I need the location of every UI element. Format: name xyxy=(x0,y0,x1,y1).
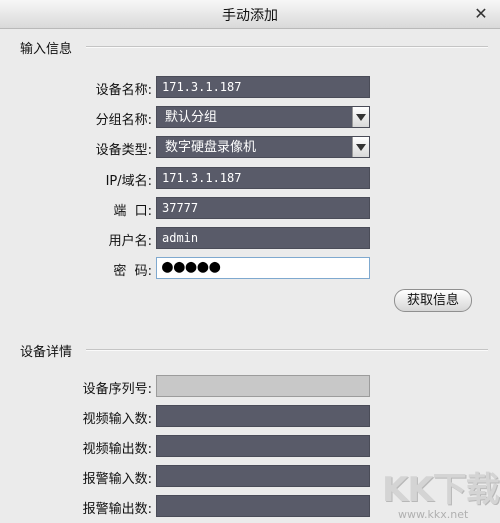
chevron-down-icon[interactable] xyxy=(352,137,369,157)
username-input[interactable]: admin xyxy=(156,227,370,249)
password-input[interactable]: ●●●●● xyxy=(156,257,370,279)
ip-domain-input[interactable]: 171.3.1.187 xyxy=(156,167,370,189)
section-divider xyxy=(86,349,488,351)
alarm-inputs-label: 报警输入数: xyxy=(82,472,152,487)
manual-add-dialog: 手动添加 ✕ 输入信息 设备名称: 171.3.1.187 分组名称: 默认分组… xyxy=(0,0,500,523)
watermark-logo: KK下载 xyxy=(382,470,500,510)
device-name-input[interactable]: 171.3.1.187 xyxy=(156,76,370,98)
device-type-label: 设备类型: xyxy=(95,143,152,158)
device-type-selected: 数字硬盘录像机 xyxy=(165,140,257,155)
input-info-heading: 输入信息 xyxy=(20,42,73,57)
device-name-label: 设备名称: xyxy=(95,83,152,98)
serial-number-label: 设备序列号: xyxy=(82,382,152,397)
video-inputs-label: 视频输入数: xyxy=(82,412,152,427)
device-type-select[interactable]: 数字硬盘录像机 xyxy=(156,136,370,158)
video-inputs-field xyxy=(156,405,370,427)
group-name-select[interactable]: 默认分组 xyxy=(156,106,370,128)
dialog-title: 手动添加 xyxy=(222,8,278,24)
watermark-url: www.kkx.net xyxy=(398,508,469,521)
port-input[interactable]: 37777 xyxy=(156,197,370,219)
port-label: 端 口: xyxy=(113,204,152,219)
serial-number-field xyxy=(156,375,370,397)
group-name-label: 分组名称: xyxy=(95,113,152,128)
alarm-outputs-field xyxy=(156,495,370,517)
username-label: 用户名: xyxy=(108,234,152,249)
device-details-heading: 设备详情 xyxy=(20,345,73,360)
get-info-button[interactable]: 获取信息 xyxy=(394,289,472,312)
alarm-inputs-field xyxy=(156,465,370,487)
title-bar[interactable]: 手动添加 ✕ xyxy=(0,0,500,29)
group-name-selected: 默认分组 xyxy=(165,110,218,125)
alarm-outputs-label: 报警输出数: xyxy=(82,502,152,517)
video-outputs-field xyxy=(156,435,370,457)
password-label: 密 码: xyxy=(113,264,152,279)
close-icon[interactable]: ✕ xyxy=(470,3,492,25)
video-outputs-label: 视频输出数: xyxy=(82,442,152,457)
section-divider xyxy=(86,46,488,48)
chevron-down-icon[interactable] xyxy=(352,107,369,127)
ip-domain-label: IP/域名: xyxy=(105,174,152,189)
